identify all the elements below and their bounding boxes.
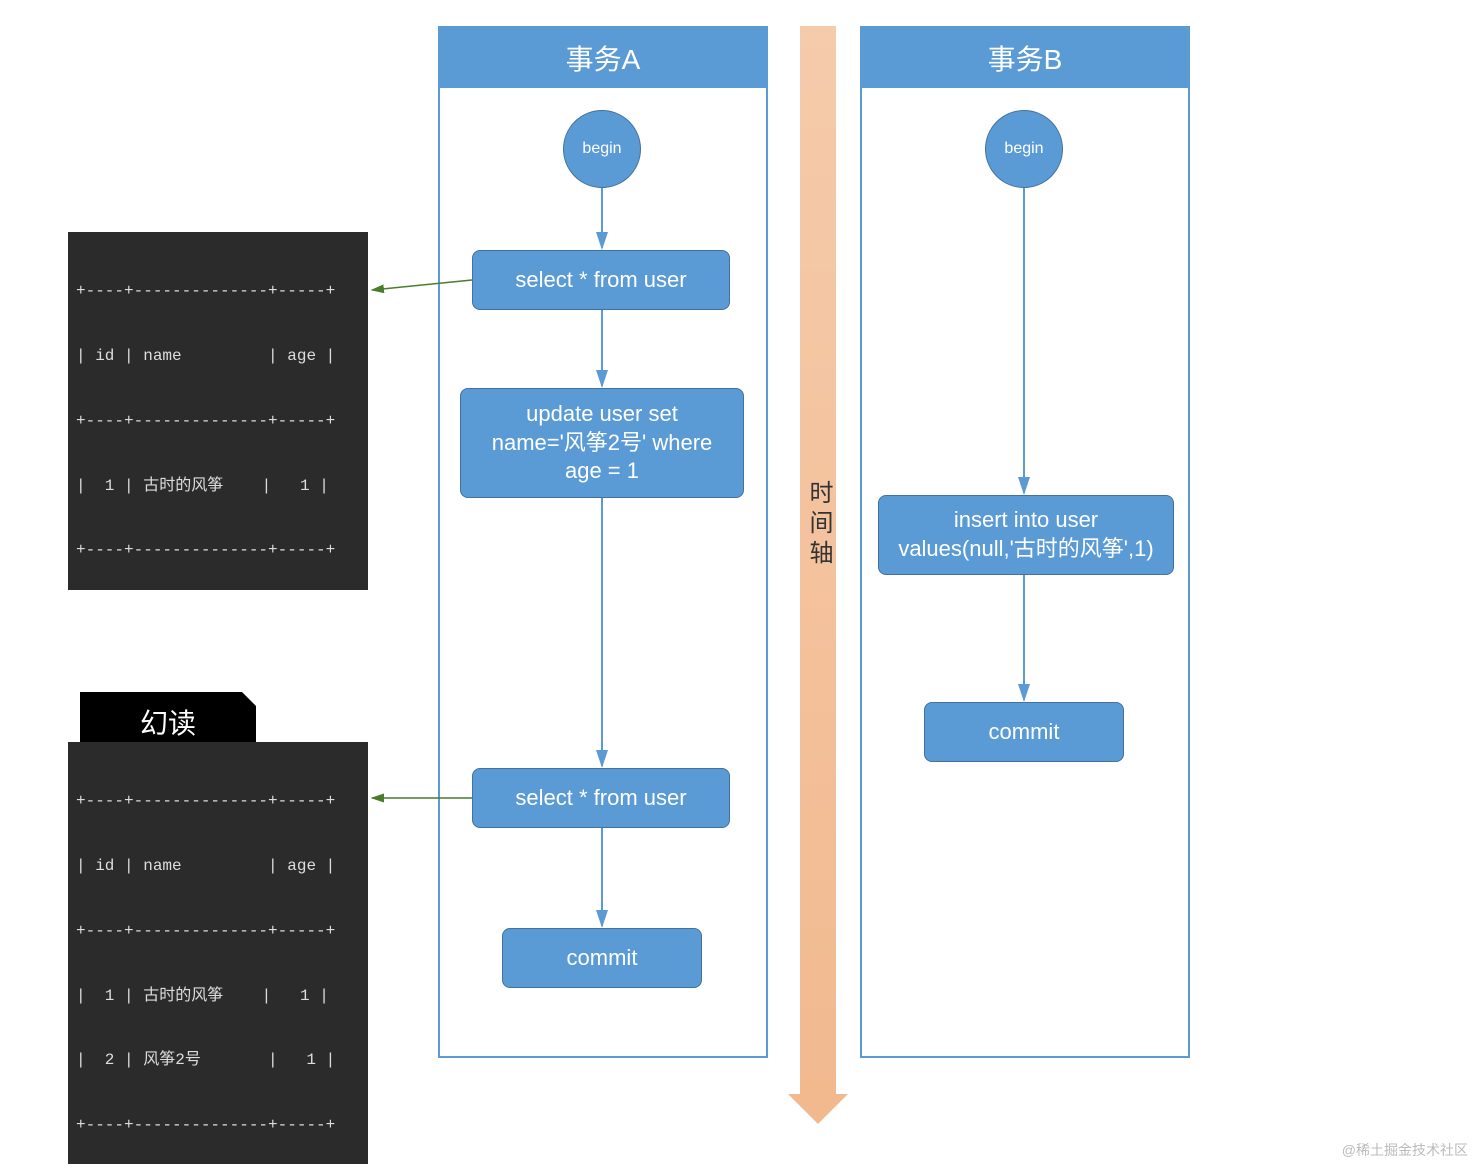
result1-line: +----+--------------+-----+ — [76, 411, 360, 433]
result1-line: +----+--------------+-----+ — [76, 540, 360, 562]
tx-a-commit: commit — [502, 928, 702, 988]
tx-a-update: update user set name='风筝2号' where age = … — [460, 388, 744, 498]
result1-line: | id | name | age | — [76, 346, 360, 368]
result1-line: +----+--------------+-----+ — [76, 281, 360, 303]
result1-line: | 1 | 古时的风筝 | 1 | — [76, 476, 360, 498]
result2-line: | 1 | 古时的风筝 | 1 | — [76, 986, 360, 1008]
result2-line: | 2 | 风筝2号 | 1 | — [76, 1050, 360, 1072]
tx-a-begin: begin — [563, 110, 641, 188]
tx-a-select2: select * from user — [472, 768, 730, 828]
tx-b-begin: begin — [985, 110, 1063, 188]
tx-a-select1: select * from user — [472, 250, 730, 310]
watermark: @稀土掘金技术社区 — [1342, 1140, 1468, 1160]
tx-b-commit: commit — [924, 702, 1124, 762]
transaction-a-title: 事务A — [440, 28, 766, 88]
time-axis-label: 时间轴 — [800, 480, 836, 570]
result2-line: +----+--------------+-----+ — [76, 921, 360, 943]
tx-b-insert: insert into user values(null,'古时的风筝',1) — [878, 495, 1174, 575]
transaction-b-title: 事务B — [862, 28, 1188, 88]
result-table-1: +----+--------------+-----+ | id | name … — [68, 232, 368, 590]
result2-line: +----+--------------+-----+ — [76, 791, 360, 813]
result2-line: +----+--------------+-----+ — [76, 1115, 360, 1137]
result2-line: | id | name | age | — [76, 856, 360, 878]
result-table-2: +----+--------------+-----+ | id | name … — [68, 742, 368, 1164]
